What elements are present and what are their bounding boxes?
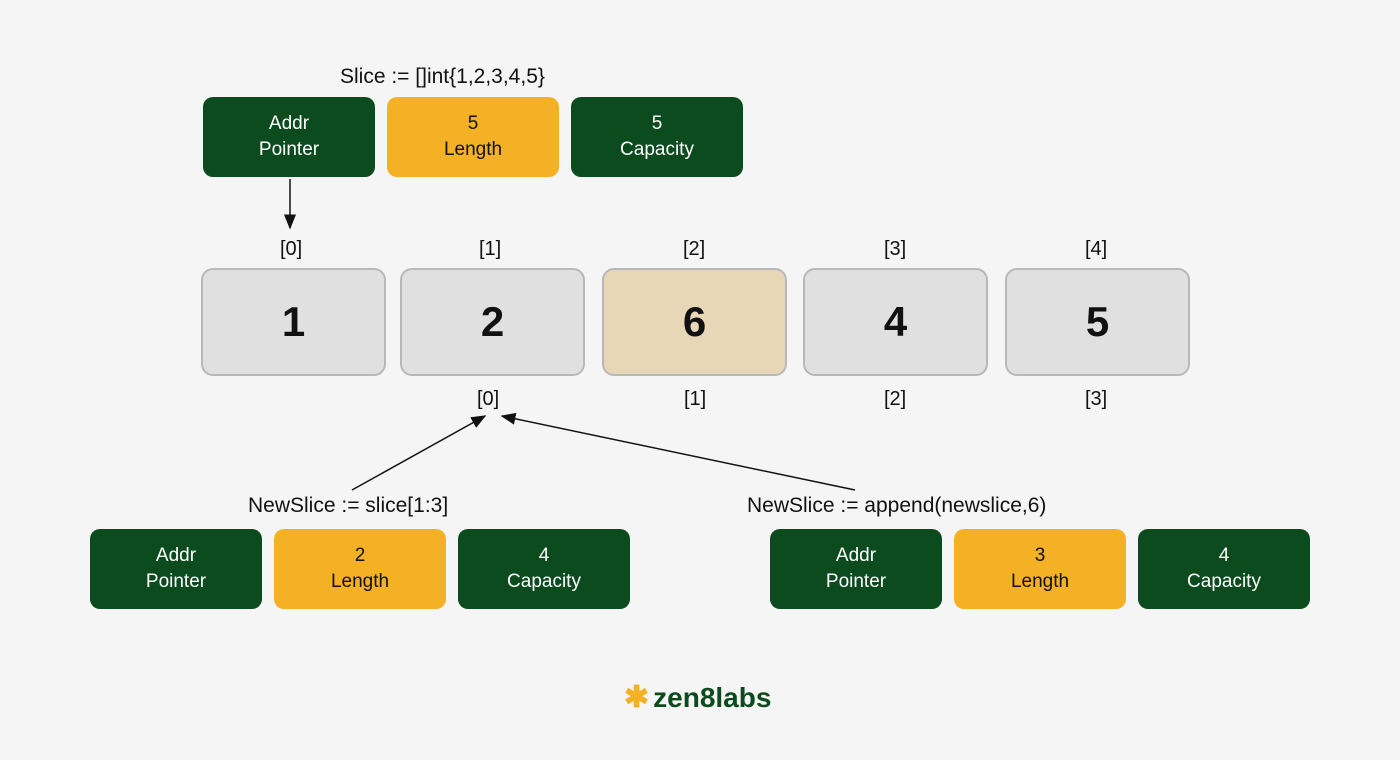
array-index-top-1: [1]	[479, 238, 501, 261]
array-cell-4: 5	[1005, 268, 1190, 376]
length-value: 3	[1035, 543, 1046, 569]
capacity-value: 4	[539, 543, 550, 569]
length-label: Length	[444, 137, 502, 163]
capacity-value: 5	[652, 111, 663, 137]
right-header-capacity: 4 Capacity	[1138, 529, 1310, 609]
right-header-pointer: Addr Pointer	[770, 529, 942, 609]
length-value: 2	[355, 543, 366, 569]
slice-diagram: Slice := []int{1,2,3,4,5} Addr Pointer 5…	[0, 0, 1400, 760]
arrow-left-newslice	[352, 416, 485, 490]
top-header-length: 5 Length	[387, 97, 559, 177]
pointer-value: Addr	[269, 111, 309, 137]
logo: ✱ zen8labs	[624, 680, 771, 715]
capacity-label: Capacity	[1187, 569, 1261, 595]
array-index-bottom-1: [1]	[684, 388, 706, 411]
code-newslice-left: NewSlice := slice[1:3]	[248, 494, 448, 518]
code-slice-declaration: Slice := []int{1,2,3,4,5}	[340, 65, 545, 89]
array-index-top-2: [2]	[683, 238, 705, 261]
pointer-label: Pointer	[826, 569, 886, 595]
top-header-capacity: 5 Capacity	[571, 97, 743, 177]
logo-text: zen8labs	[653, 682, 771, 714]
array-index-bottom-2: [2]	[884, 388, 906, 411]
array-cell-1: 2	[400, 268, 585, 376]
left-header-pointer: Addr Pointer	[90, 529, 262, 609]
array-index-top-4: [4]	[1085, 238, 1107, 261]
left-header-capacity: 4 Capacity	[458, 529, 630, 609]
top-header-pointer: Addr Pointer	[203, 97, 375, 177]
capacity-label: Capacity	[620, 137, 694, 163]
length-value: 5	[468, 111, 479, 137]
array-index-bottom-0: [0]	[477, 388, 499, 411]
pointer-label: Pointer	[259, 137, 319, 163]
array-cell-2: 6	[602, 268, 787, 376]
code-newslice-right: NewSlice := append(newslice,6)	[747, 494, 1046, 518]
capacity-value: 4	[1219, 543, 1230, 569]
arrow-right-newslice	[502, 416, 855, 490]
capacity-label: Capacity	[507, 569, 581, 595]
array-index-top-0: [0]	[280, 238, 302, 261]
array-cell-0: 1	[201, 268, 386, 376]
length-label: Length	[331, 569, 389, 595]
left-header-length: 2 Length	[274, 529, 446, 609]
pointer-value: Addr	[836, 543, 876, 569]
array-index-top-3: [3]	[884, 238, 906, 261]
pointer-label: Pointer	[146, 569, 206, 595]
array-cell-3: 4	[803, 268, 988, 376]
pointer-value: Addr	[156, 543, 196, 569]
length-label: Length	[1011, 569, 1069, 595]
right-header-length: 3 Length	[954, 529, 1126, 609]
asterisk-icon: ✱	[624, 680, 649, 715]
array-index-bottom-3: [3]	[1085, 388, 1107, 411]
